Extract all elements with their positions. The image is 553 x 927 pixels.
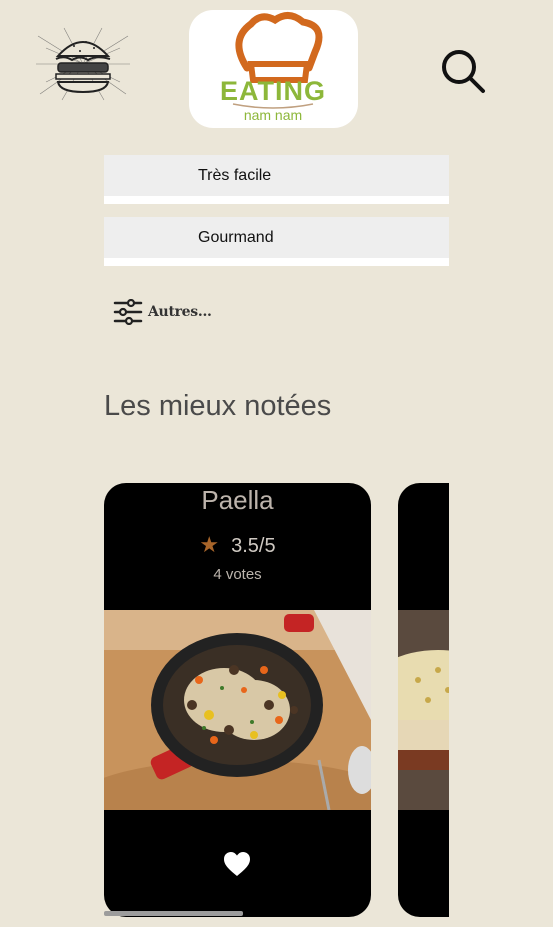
category-filter-value: Gourmand xyxy=(104,217,449,258)
carousel-scrollbar[interactable] xyxy=(104,911,243,916)
star-icon: ★ xyxy=(199,532,220,557)
burger-logo-icon[interactable] xyxy=(34,26,132,102)
more-filters-button[interactable]: Autres... xyxy=(113,298,212,326)
recipe-carousel[interactable]: Paella ★ 3.5/5 4 votes xyxy=(104,483,449,923)
recipe-votes: 4 votes xyxy=(213,566,262,583)
heart-icon xyxy=(224,852,250,876)
recipe-photo xyxy=(398,610,449,810)
brand-tagline: nam nam xyxy=(244,107,302,123)
difficulty-filter-value: Très facile xyxy=(104,155,449,196)
recipe-card[interactable] xyxy=(398,483,449,917)
search-icon xyxy=(442,50,485,93)
recipe-title: Paella xyxy=(201,485,274,515)
more-filters-label: Autres... xyxy=(148,304,212,320)
category-filter[interactable]: Gourmand xyxy=(104,217,449,266)
difficulty-filter[interactable]: Très facile xyxy=(104,155,449,204)
sliders-icon xyxy=(113,299,143,325)
recipe-photo xyxy=(104,610,371,810)
rating-value: 3.5/5 xyxy=(231,535,276,557)
recipe-rating: ★ 3.5/5 xyxy=(104,532,371,558)
brand-name: EATING xyxy=(220,76,326,106)
recipe-card[interactable]: Paella ★ 3.5/5 4 votes xyxy=(104,483,371,917)
section-title: Les mieux notées xyxy=(104,390,332,422)
brand-logo[interactable]: EATING nam nam xyxy=(189,10,358,128)
favorite-button[interactable] xyxy=(222,850,252,878)
search-button[interactable] xyxy=(438,46,488,96)
